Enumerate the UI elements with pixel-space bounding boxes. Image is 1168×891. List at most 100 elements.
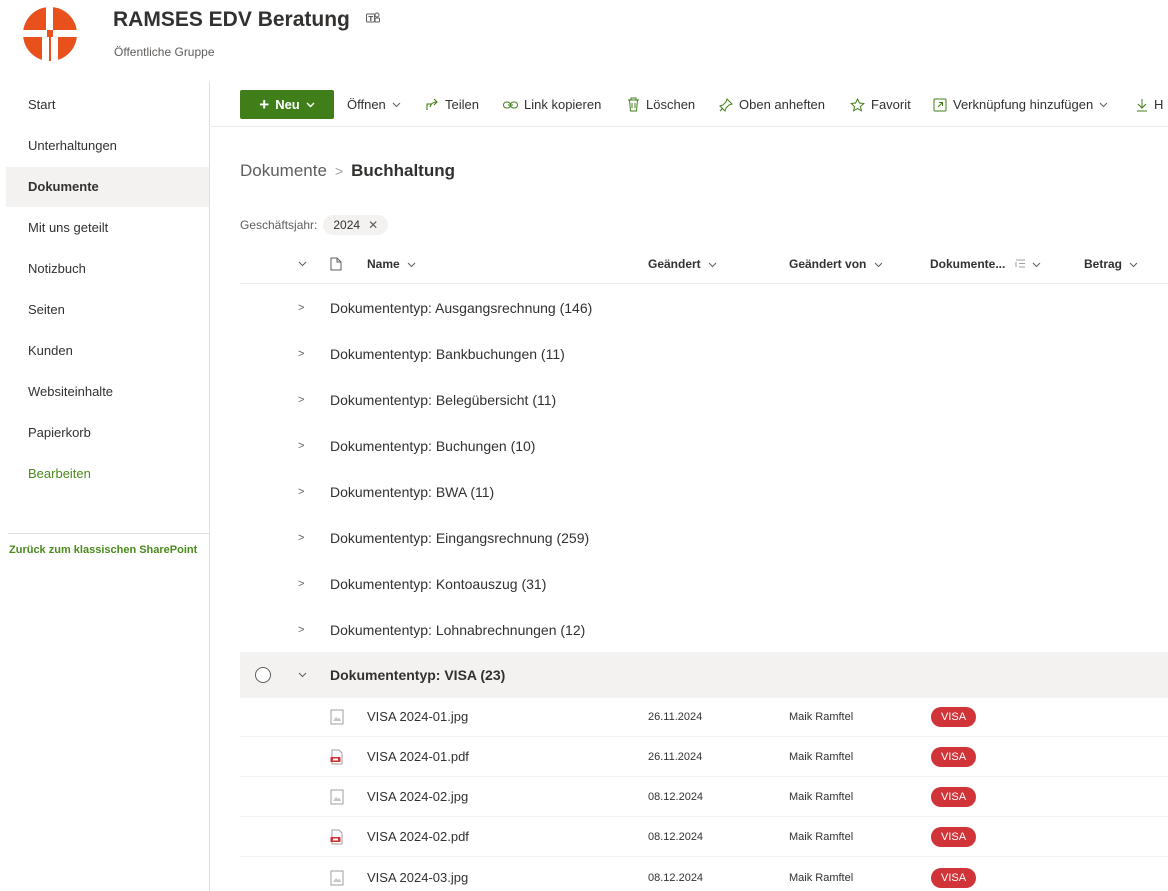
open-button[interactable]: Öffnen (347, 82, 401, 127)
file-modified-date: 08.12.2024 (648, 791, 704, 803)
column-header-row: Name Geändert Geändert von Dokumente... … (240, 244, 1168, 284)
nav-item-recycle-bin[interactable]: Papierkorb (6, 413, 209, 453)
file-modified-date: 08.12.2024 (648, 831, 704, 843)
file-type-icon[interactable] (330, 257, 342, 271)
filter-bar: Geschäftsjahr: 2024 ✕ (240, 214, 389, 236)
add-shortcut-button-label: Verknüpfung hinzufügen (953, 97, 1094, 112)
delete-button-label: Löschen (646, 97, 696, 112)
pin-to-top-button[interactable]: Oben anheften (719, 82, 825, 127)
nav-item-notebook[interactable]: Notizbuch (6, 249, 209, 289)
group-row[interactable]: > Dokumententyp: Kontoauszug (31) (240, 561, 1168, 607)
group-row[interactable]: > Dokumententyp: BWA (11) (240, 469, 1168, 515)
nav-item-pages[interactable]: Seiten (6, 290, 209, 330)
column-doctype[interactable]: Dokumente... (930, 244, 1041, 284)
chevron-down-icon (708, 262, 717, 268)
column-name[interactable]: Name (367, 244, 416, 284)
favorite-button-label: Favorit (871, 97, 911, 112)
breadcrumb: Dokumente > Buchhaltung (240, 161, 455, 181)
table-row[interactable]: VISA 2024-01.jpg 26.11.2024 Maik Ramftel… (240, 697, 1168, 737)
pdf-file-icon (330, 749, 343, 765)
nav-item-shared-with-us[interactable]: Mit uns geteilt (6, 208, 209, 248)
chevron-right-icon[interactable]: > (298, 515, 304, 561)
favorite-button[interactable]: Favorit (850, 82, 911, 127)
file-name[interactable]: VISA 2024-01.jpg (367, 697, 468, 737)
file-modified-by[interactable]: Maik Ramftel (789, 858, 853, 891)
filter-value: 2024 (333, 218, 361, 232)
chevron-right-icon[interactable]: > (298, 377, 304, 423)
site-logo-icon[interactable] (20, 6, 80, 62)
nav-item-site-contents[interactable]: Websiteinhalte (6, 372, 209, 412)
chevron-right-icon[interactable]: > (298, 561, 304, 607)
chevron-right-icon[interactable]: > (298, 423, 304, 469)
nav-item-documents[interactable]: Dokumente (6, 167, 209, 207)
chevron-right-icon[interactable]: > (298, 285, 304, 331)
file-name[interactable]: VISA 2024-02.jpg (367, 777, 468, 817)
plus-icon: + (259, 95, 270, 114)
site-title[interactable]: RAMSES EDV Beratung T (113, 8, 380, 32)
table-row[interactable]: VISA 2024-01.pdf 26.11.2024 Maik Ramftel… (240, 737, 1168, 777)
file-modified-by[interactable]: Maik Ramftel (789, 817, 853, 857)
share-button-label: Teilen (445, 97, 479, 112)
doctype-badge: VISA (931, 787, 977, 807)
column-doctype-label: Dokumente... (930, 257, 1006, 271)
chevron-right-icon[interactable]: > (298, 607, 304, 653)
table-row[interactable]: VISA 2024-03.jpg 08.12.2024 Maik Ramftel… (240, 858, 1168, 891)
classic-sharepoint-link[interactable]: Zurück zum klassischen SharePoint (9, 544, 197, 556)
shortcut-icon (933, 98, 947, 111)
group-label: Dokumententyp: Lohnabrechnungen (12) (330, 622, 586, 638)
delete-button[interactable]: Löschen (627, 82, 695, 127)
download-button[interactable]: H (1136, 82, 1163, 127)
chevron-right-icon[interactable]: > (298, 331, 304, 377)
copy-link-button-label: Link kopieren (524, 97, 602, 112)
remove-filter-icon[interactable]: ✕ (368, 218, 378, 232)
add-shortcut-button[interactable]: Verknüpfung hinzufügen (933, 82, 1108, 127)
file-modified-by[interactable]: Maik Ramftel (789, 697, 853, 737)
select-group-checkbox[interactable] (255, 667, 271, 683)
new-button[interactable]: + Neu (240, 90, 334, 119)
chevron-down-icon (874, 262, 883, 268)
collapse-all-chevron-icon[interactable] (298, 261, 307, 267)
copy-link-button[interactable]: Link kopieren (503, 82, 601, 127)
file-modified-by[interactable]: Maik Ramftel (789, 777, 853, 817)
group-row[interactable]: > Dokumententyp: Ausgangsrechnung (146) (240, 285, 1168, 331)
group-row[interactable]: > Dokumententyp: Eingangsrechnung (259) (240, 515, 1168, 561)
group-label: Dokumententyp: Buchungen (10) (330, 438, 536, 454)
group-row[interactable]: > Dokumententyp: Bankbuchungen (11) (240, 331, 1168, 377)
trash-icon (628, 97, 639, 112)
file-modified-by[interactable]: Maik Ramftel (789, 737, 853, 777)
chevron-down-icon (1099, 102, 1108, 107)
chevron-right-icon[interactable]: > (298, 469, 304, 515)
table-row[interactable]: VISA 2024-02.pdf 08.12.2024 Maik Ramftel… (240, 817, 1168, 857)
group-label: Dokumententyp: Eingangsrechnung (259) (330, 530, 590, 546)
site-title-text[interactable]: RAMSES EDV Beratung (113, 8, 350, 31)
grouped-by-icon (1015, 259, 1025, 268)
group-row[interactable]: > Dokumententyp: Belegübersicht (11) (240, 377, 1168, 423)
nav-item-conversations[interactable]: Unterhaltungen (6, 126, 209, 166)
column-amount[interactable]: Betrag (1084, 244, 1138, 284)
column-modified[interactable]: Geändert (648, 244, 717, 284)
group-row-expanded[interactable]: Dokumententyp: VISA (23) (240, 652, 1168, 698)
pin-icon (719, 97, 733, 112)
share-button[interactable]: Teilen (425, 82, 479, 127)
open-button-label: Öffnen (347, 97, 386, 112)
file-modified-date: 26.11.2024 (648, 751, 703, 763)
chevron-down-icon (1032, 262, 1041, 268)
table-row[interactable]: VISA 2024-02.jpg 08.12.2024 Maik Ramftel… (240, 777, 1168, 817)
nav-item-start[interactable]: Start (6, 85, 209, 125)
nav-item-customers[interactable]: Kunden (6, 331, 209, 371)
column-modified-label: Geändert (648, 257, 701, 271)
column-amount-label: Betrag (1084, 257, 1123, 271)
chevron-down-icon[interactable] (298, 672, 307, 678)
nav-edit-link[interactable]: Bearbeiten (6, 454, 209, 494)
group-label: Dokumententyp: Belegübersicht (11) (330, 392, 557, 408)
link-icon (503, 101, 518, 108)
teams-icon[interactable]: T (365, 12, 380, 24)
group-row[interactable]: > Dokumententyp: Buchungen (10) (240, 423, 1168, 469)
file-name[interactable]: VISA 2024-02.pdf (367, 817, 469, 857)
column-modified-by[interactable]: Geändert von (789, 244, 883, 284)
group-row[interactable]: > Dokumententyp: Lohnabrechnungen (12) (240, 607, 1168, 653)
breadcrumb-documents[interactable]: Dokumente (240, 161, 327, 180)
filter-pill[interactable]: 2024 ✕ (323, 215, 389, 235)
file-name[interactable]: VISA 2024-01.pdf (367, 737, 469, 777)
file-name[interactable]: VISA 2024-03.jpg (367, 858, 468, 891)
